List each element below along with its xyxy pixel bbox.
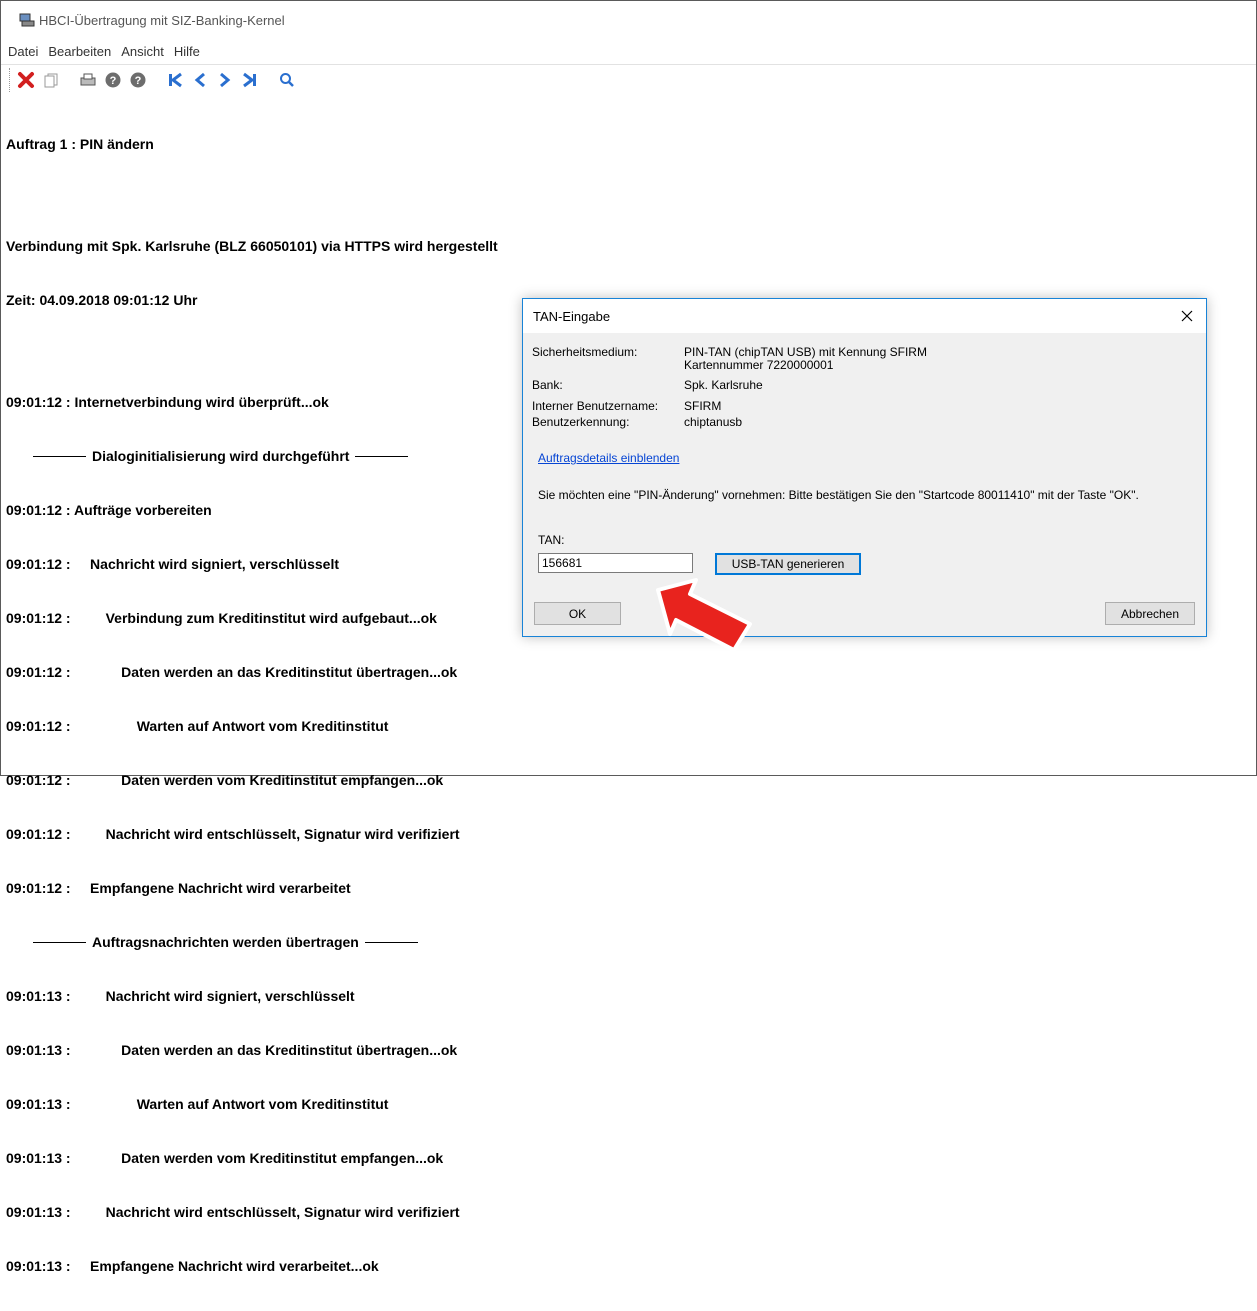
copy-icon[interactable]: [40, 69, 62, 91]
field-value: PIN-TAN (chipTAN USB) mit Kennung SFIRM: [684, 345, 927, 359]
search-icon[interactable]: [276, 69, 298, 91]
title-bar: HBCI-Übertragung mit SIZ-Banking-Kernel: [1, 1, 1256, 39]
cancel-icon[interactable]: [15, 69, 37, 91]
log-section-title: Auftragsnachrichten werden übertragen: [92, 934, 359, 951]
log-line: 09:01:13 : Daten werden vom Kreditinstit…: [6, 1150, 444, 1167]
help-icon[interactable]: ?: [102, 69, 124, 91]
ok-button[interactable]: OK: [534, 602, 621, 625]
cancel-button[interactable]: Abbrechen: [1105, 602, 1195, 625]
app-icon: [19, 13, 35, 27]
log-line: 09:01:13 : Warten auf Antwort vom Kredit…: [6, 1096, 389, 1113]
svg-text:?: ?: [110, 75, 117, 87]
field-value: chiptanusb: [684, 415, 743, 429]
close-icon[interactable]: [1176, 305, 1198, 327]
field-label: Interner Benutzername:: [532, 399, 659, 413]
menu-bar: Datei Bearbeiten Ansicht Hilfe: [1, 41, 1256, 61]
menu-ansicht[interactable]: Ansicht: [116, 44, 169, 59]
field-label: Benutzerkennung:: [532, 415, 630, 429]
log-line: 09:01:12 : Daten werden an das Kreditins…: [6, 664, 458, 681]
log-line: Auftrag 1 : PIN ändern: [6, 136, 154, 152]
menu-datei[interactable]: Datei: [3, 44, 43, 59]
log-line: 09:01:12 : Nachricht wird entschlüsselt,…: [6, 826, 460, 843]
first-icon[interactable]: [164, 69, 186, 91]
log-line: Verbindung mit Spk. Karlsruhe (BLZ 66050…: [6, 238, 498, 255]
log-line: 09:01:13 : Daten werden an das Kreditins…: [6, 1042, 458, 1059]
toolbar: ? ?: [1, 64, 1256, 95]
last-icon[interactable]: [239, 69, 261, 91]
log-line: 09:01:12 : Warten auf Antwort vom Kredit…: [6, 718, 389, 735]
field-value: Kartennummer 7220000001: [684, 358, 834, 372]
window-title: HBCI-Übertragung mit SIZ-Banking-Kernel: [39, 12, 285, 28]
log-line: 09:01:13 : Nachricht wird entschlüsselt,…: [6, 1204, 460, 1221]
tan-label: TAN:: [538, 533, 565, 547]
dialog-message: Sie möchten eine "PIN-Änderung" vornehme…: [538, 488, 1139, 502]
next-icon[interactable]: [214, 69, 236, 91]
svg-text:?: ?: [135, 75, 142, 87]
log-section-header: Auftragsnachrichten werden übertragen: [6, 933, 1256, 951]
tan-dialog: TAN-Eingabe Sicherheitsmedium: PIN-TAN (…: [522, 298, 1207, 637]
field-value: Spk. Karlsruhe: [684, 378, 763, 392]
details-link[interactable]: Auftragsdetails einblenden: [538, 451, 679, 465]
log-section-title: Dialoginitialisierung wird durchgeführt: [92, 448, 350, 465]
print-icon[interactable]: [77, 69, 99, 91]
log-line: 09:01:12 : Daten werden vom Kreditinstit…: [6, 772, 444, 789]
red-arrow-icon: [656, 578, 752, 652]
menu-hilfe[interactable]: Hilfe: [169, 44, 205, 59]
log-line: 09:01:13 : Nachricht wird signiert, vers…: [6, 988, 355, 1005]
field-label: Bank:: [532, 378, 563, 392]
log-line: 09:01:12 : Empfangene Nachricht wird ver…: [6, 880, 351, 897]
info-icon[interactable]: ?: [127, 69, 149, 91]
field-label: Sicherheitsmedium:: [532, 345, 638, 359]
dialog-title: TAN-Eingabe: [533, 308, 611, 324]
log-line: 09:01:13 : Empfangene Nachricht wird ver…: [6, 1258, 379, 1275]
menu-bearbeiten[interactable]: Bearbeiten: [43, 44, 116, 59]
field-value: SFIRM: [684, 399, 722, 413]
prev-icon[interactable]: [189, 69, 211, 91]
toolbar-grip: [9, 68, 12, 92]
dialog-title-bar: TAN-Eingabe: [523, 299, 1206, 333]
